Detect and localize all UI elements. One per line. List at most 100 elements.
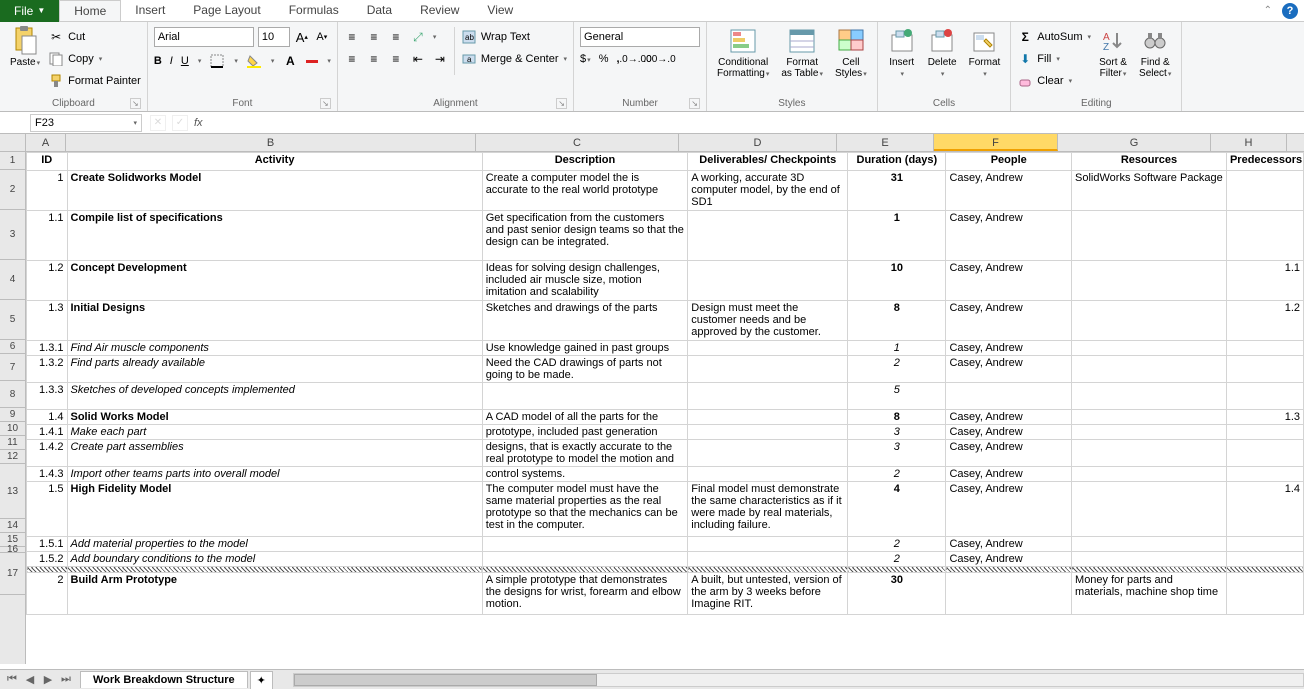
cell[interactable]: 1.3.1 bbox=[27, 341, 68, 356]
cell[interactable]: The computer model must have the same ma… bbox=[482, 482, 688, 537]
increase-indent-icon[interactable]: ⇥ bbox=[432, 51, 448, 67]
cell[interactable]: 8 bbox=[848, 301, 946, 341]
cell[interactable]: 1.4 bbox=[27, 410, 68, 425]
cell[interactable] bbox=[482, 537, 688, 552]
cell[interactable]: 4 bbox=[848, 482, 946, 537]
cell[interactable]: 1.3.2 bbox=[27, 356, 68, 383]
border-button[interactable] bbox=[209, 53, 225, 69]
column-header[interactable]: D bbox=[679, 134, 837, 151]
column-title[interactable]: Resources bbox=[1072, 153, 1227, 171]
align-middle-icon[interactable]: ≡ bbox=[366, 29, 382, 45]
cell[interactable] bbox=[1226, 467, 1303, 482]
column-title[interactable]: People bbox=[946, 153, 1072, 171]
row-header[interactable]: 9 bbox=[0, 408, 25, 422]
percent-button[interactable]: % bbox=[599, 53, 609, 65]
column-title[interactable]: Duration (days) bbox=[848, 153, 946, 171]
tab-view[interactable]: View bbox=[473, 0, 527, 21]
cell[interactable]: Casey, Andrew bbox=[946, 482, 1072, 537]
cell[interactable]: High Fidelity Model bbox=[67, 482, 482, 537]
cell[interactable]: 1.3 bbox=[1226, 410, 1303, 425]
cell[interactable]: Casey, Andrew bbox=[946, 410, 1072, 425]
cell[interactable] bbox=[688, 410, 848, 425]
cell[interactable]: 1.5 bbox=[27, 482, 68, 537]
cell[interactable]: Ideas for solving design challenges, inc… bbox=[482, 261, 688, 301]
cell[interactable] bbox=[1226, 211, 1303, 261]
cell[interactable] bbox=[688, 440, 848, 467]
row-header[interactable]: 3 bbox=[0, 210, 25, 260]
row-header[interactable]: 8 bbox=[0, 381, 25, 408]
column-header[interactable]: A bbox=[26, 134, 66, 151]
cell[interactable]: Money for parts and materials, machine s… bbox=[1072, 573, 1227, 615]
cell[interactable]: Casey, Andrew bbox=[946, 171, 1072, 211]
cell[interactable] bbox=[946, 573, 1072, 615]
cell[interactable] bbox=[688, 467, 848, 482]
cell[interactable]: A working, accurate 3D computer model, b… bbox=[688, 171, 848, 211]
cell[interactable]: 31 bbox=[848, 171, 946, 211]
name-box[interactable]: F23▾ bbox=[30, 114, 142, 132]
cell[interactable]: Casey, Andrew bbox=[946, 425, 1072, 440]
cell[interactable]: designs, that is exactly accurate to the… bbox=[482, 440, 688, 467]
cell[interactable]: Casey, Andrew bbox=[946, 467, 1072, 482]
cell[interactable]: prototype, included past generation bbox=[482, 425, 688, 440]
delete-button[interactable]: Delete▾ bbox=[924, 25, 961, 81]
cell[interactable]: 1.5.1 bbox=[27, 537, 68, 552]
row-header[interactable]: 10 bbox=[0, 422, 25, 436]
row-header[interactable]: 17 bbox=[0, 553, 25, 595]
cell[interactable]: Compile list of specifications bbox=[67, 211, 482, 261]
cell[interactable]: Import other teams parts into overall mo… bbox=[67, 467, 482, 482]
cell[interactable] bbox=[1072, 261, 1227, 301]
increase-decimal-icon[interactable]: .0→.00 bbox=[628, 51, 644, 67]
cell[interactable] bbox=[1226, 341, 1303, 356]
file-tab[interactable]: File▼ bbox=[0, 0, 59, 22]
cell[interactable]: Casey, Andrew bbox=[946, 356, 1072, 383]
cell[interactable]: 2 bbox=[848, 537, 946, 552]
fill-color-button[interactable] bbox=[246, 53, 262, 69]
cell[interactable]: Make each part bbox=[67, 425, 482, 440]
align-left-icon[interactable]: ≡ bbox=[344, 51, 360, 67]
cell[interactable] bbox=[688, 383, 848, 410]
cell[interactable]: 2 bbox=[848, 356, 946, 383]
row-header[interactable]: 4 bbox=[0, 260, 25, 300]
help-icon[interactable]: ? bbox=[1282, 3, 1298, 19]
cell[interactable]: Build Arm Prototype bbox=[67, 573, 482, 615]
fx-icon[interactable]: fx bbox=[194, 117, 203, 129]
cell[interactable]: 1.3.3 bbox=[27, 383, 68, 410]
new-sheet-icon[interactable]: ✦ bbox=[250, 671, 273, 689]
cell[interactable]: 1 bbox=[27, 171, 68, 211]
cell[interactable] bbox=[482, 552, 688, 567]
cell[interactable] bbox=[688, 341, 848, 356]
cell[interactable] bbox=[1226, 440, 1303, 467]
cell[interactable] bbox=[1226, 425, 1303, 440]
first-sheet-icon[interactable]: ⏮ bbox=[4, 673, 20, 686]
column-title[interactable]: ID bbox=[27, 153, 68, 171]
cut-button[interactable]: ✂Cut bbox=[48, 27, 141, 47]
accounting-button[interactable]: $▾ bbox=[580, 53, 591, 65]
select-all-corner[interactable] bbox=[0, 134, 26, 152]
column-title[interactable]: Deliverables/ Checkpoints bbox=[688, 153, 848, 171]
cell[interactable]: 3 bbox=[848, 425, 946, 440]
cell[interactable]: Create Solidworks Model bbox=[67, 171, 482, 211]
column-title[interactable]: Predecessors bbox=[1226, 153, 1303, 171]
align-bottom-icon[interactable]: ≡ bbox=[388, 29, 404, 45]
cell[interactable]: 1.4.3 bbox=[27, 467, 68, 482]
cell[interactable]: A built, but untested, version of the ar… bbox=[688, 573, 848, 615]
row-header[interactable]: 6 bbox=[0, 340, 25, 354]
cell[interactable] bbox=[1072, 383, 1227, 410]
worksheet-grid[interactable]: ABCDEFGH 1234567891011121314151617 IDAct… bbox=[0, 134, 1304, 664]
autosum-button[interactable]: ΣAutoSum▾ bbox=[1017, 27, 1091, 47]
cell[interactable] bbox=[688, 356, 848, 383]
cell[interactable]: Casey, Andrew bbox=[946, 301, 1072, 341]
cell[interactable]: Casey, Andrew bbox=[946, 261, 1072, 301]
clear-button[interactable]: Clear▾ bbox=[1017, 71, 1091, 91]
copy-button[interactable]: Copy▾ bbox=[48, 49, 141, 69]
cell[interactable]: Sketches of developed concepts implement… bbox=[67, 383, 482, 410]
cell[interactable]: 3 bbox=[848, 440, 946, 467]
tab-formulas[interactable]: Formulas bbox=[275, 0, 353, 21]
cell[interactable]: Sketches and drawings of the parts bbox=[482, 301, 688, 341]
cell[interactable]: 8 bbox=[848, 410, 946, 425]
next-sheet-icon[interactable]: ▶ bbox=[40, 673, 56, 686]
cell[interactable]: Use knowledge gained in past groups bbox=[482, 341, 688, 356]
fill-button[interactable]: ⬇Fill▾ bbox=[1017, 49, 1091, 69]
tab-data[interactable]: Data bbox=[353, 0, 406, 21]
cell[interactable]: Add boundary conditions to the model bbox=[67, 552, 482, 567]
